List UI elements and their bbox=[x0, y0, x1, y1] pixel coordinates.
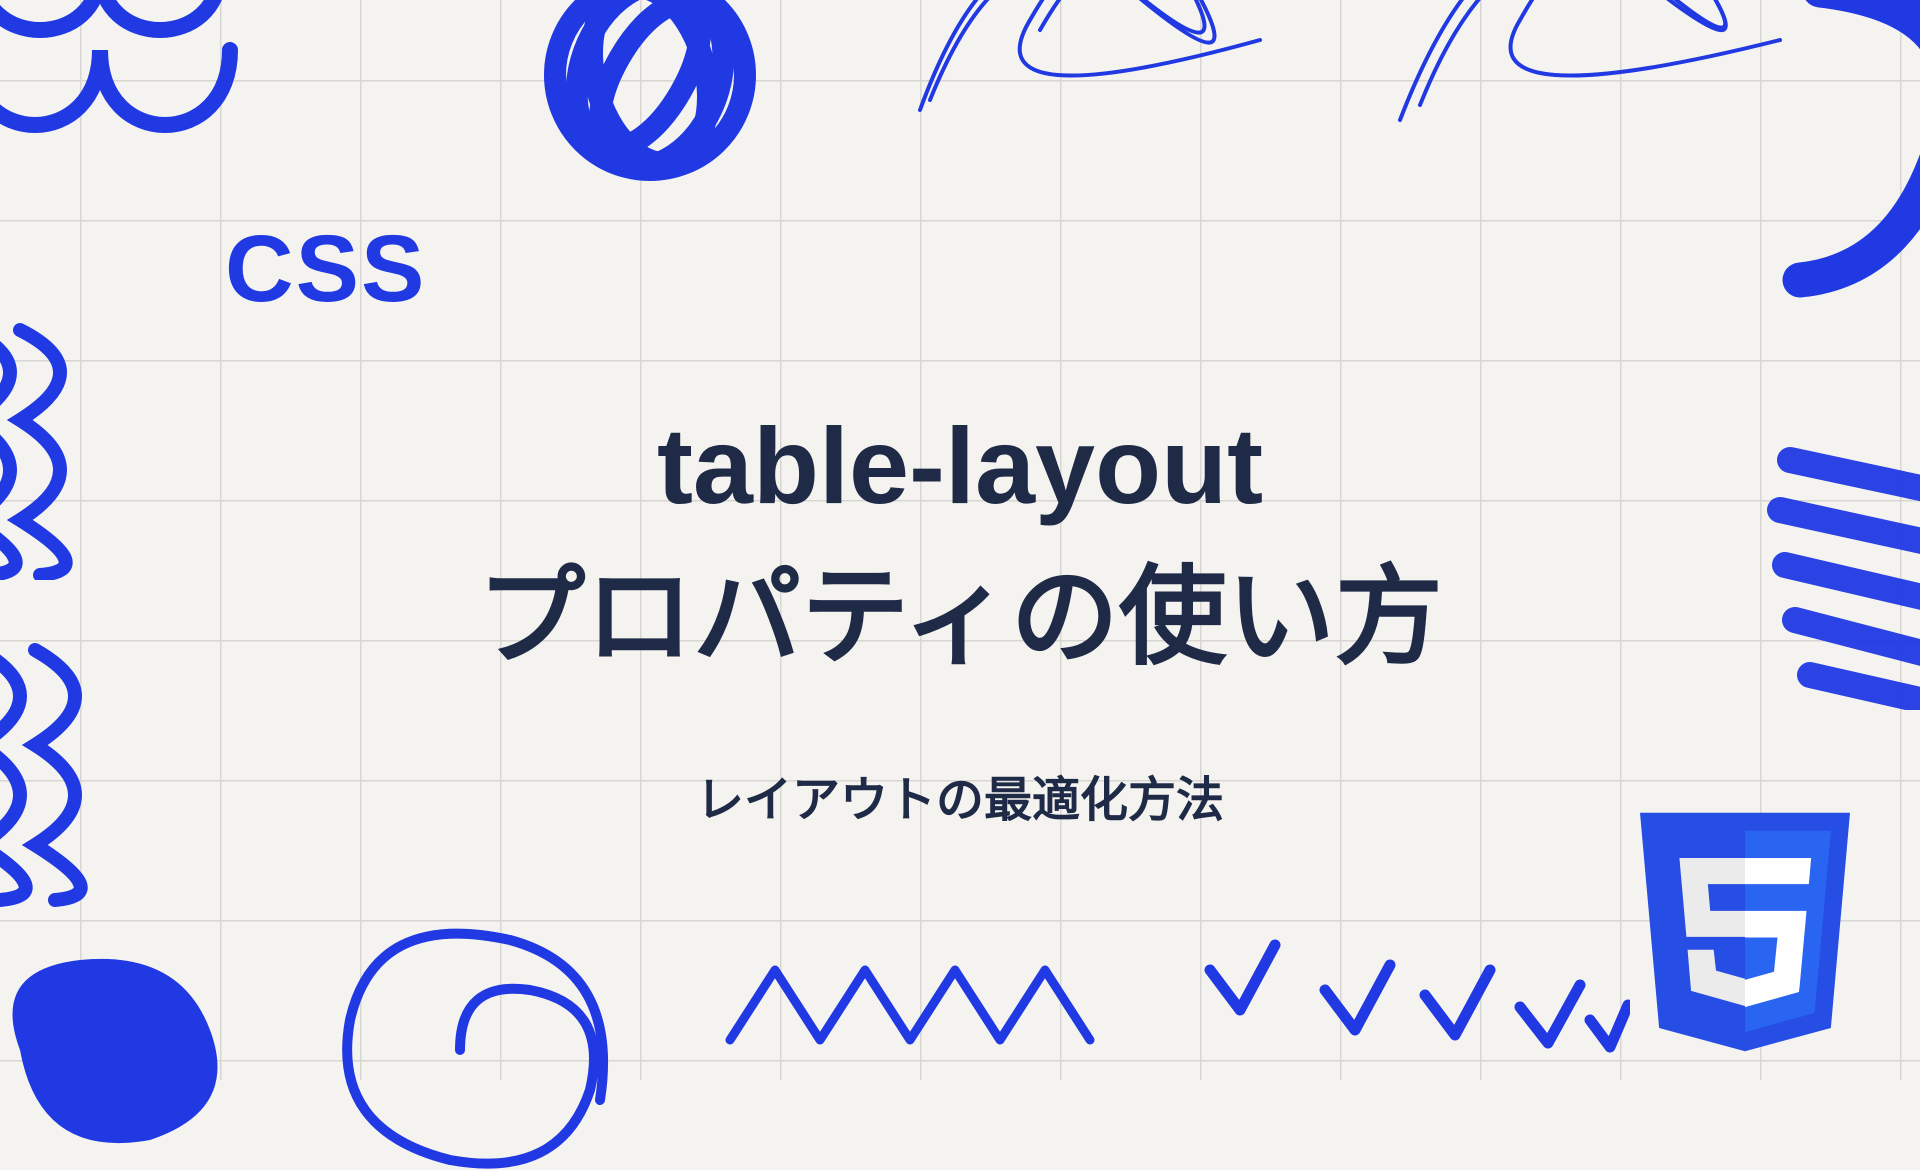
page-subtitle: レイアウトの最適化方法 bbox=[0, 760, 1920, 830]
css3-logo-icon bbox=[1640, 812, 1850, 1052]
page-title: table-layout プロパティの使い方 bbox=[0, 390, 1920, 692]
title-line-2: プロパティの使い方 bbox=[477, 556, 1443, 677]
category-label: CSS bbox=[225, 215, 426, 324]
title-line-1: table-layout bbox=[657, 405, 1263, 526]
